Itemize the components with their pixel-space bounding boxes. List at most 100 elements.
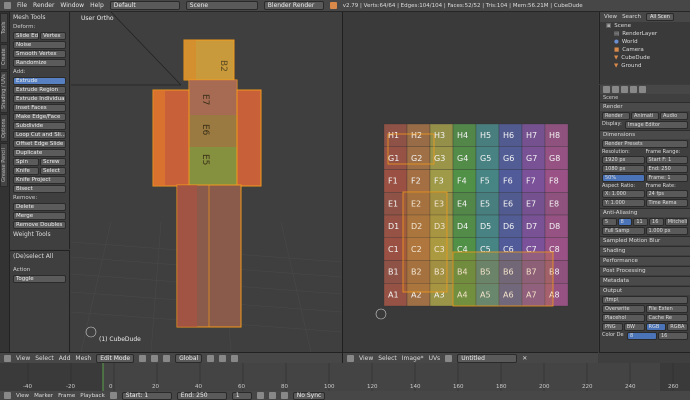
spin-button[interactable]: Spin: [13, 158, 39, 166]
editor-type-icon[interactable]: [4, 392, 11, 399]
screw-button[interactable]: Screw: [40, 158, 66, 166]
operator-title[interactable]: (De)select All: [13, 253, 66, 261]
record-icon[interactable]: [109, 392, 117, 399]
filter-size-field[interactable]: 1.000 px: [645, 227, 688, 235]
remove-doubles-button[interactable]: Remove Doubles: [13, 221, 66, 229]
overwrite-checkbox[interactable]: Overwrite: [602, 305, 645, 313]
output-panel-header[interactable]: Output: [600, 286, 690, 295]
timeline-view-menu[interactable]: View: [16, 393, 29, 399]
color-depth-16-button[interactable]: 16: [658, 332, 688, 340]
metadata-panel-header[interactable]: Metadata: [600, 276, 690, 285]
dimensions-panel-header[interactable]: Dimensions: [600, 130, 690, 139]
render-button[interactable]: Render: [602, 112, 630, 120]
merge-button[interactable]: Merge: [13, 212, 66, 220]
shading-panel-header[interactable]: Shading: [600, 246, 690, 255]
manipulator-icon[interactable]: [163, 354, 171, 362]
uv-island-arm[interactable]: [402, 191, 448, 293]
slide-edge-button[interactable]: Slide Ed: [13, 32, 39, 40]
menu-window[interactable]: Window: [60, 2, 84, 9]
duplicate-button[interactable]: Duplicate: [13, 149, 66, 157]
menu-help[interactable]: Help: [90, 2, 104, 9]
aa-16-button[interactable]: 16: [649, 218, 664, 226]
render-presets-select[interactable]: Render Presets: [602, 140, 688, 148]
scene-select[interactable]: Scene: [185, 1, 258, 10]
loop-cut-button[interactable]: Loop Cut and Sli...: [13, 131, 66, 139]
shading-icon[interactable]: [139, 354, 147, 362]
smooth-vertex-button[interactable]: Smooth Vertex: [13, 50, 66, 58]
image-name-field[interactable]: Untitled: [457, 353, 518, 363]
timeline-frame-menu[interactable]: Frame: [58, 393, 75, 399]
uv-island-legs[interactable]: [452, 251, 554, 307]
render-engine-select[interactable]: Blender Render: [263, 1, 324, 10]
frame-step-field[interactable]: Frame: 1: [645, 174, 688, 182]
timeline-playback-menu[interactable]: Playback: [80, 393, 105, 399]
weight-tools-header[interactable]: Weight Tools: [13, 231, 66, 239]
outliner-item-renderlayers[interactable]: ▤ RenderLayer: [600, 30, 690, 38]
editor-type-icon[interactable]: [4, 354, 11, 362]
uv-cursor-icon[interactable]: [375, 308, 387, 320]
layers-tab-icon[interactable]: [612, 86, 619, 93]
viewport-view-menu[interactable]: View: [16, 355, 30, 362]
3d-viewport[interactable]: B2 E7 E6 E5 User Ortho (1) CubeDude: [71, 12, 342, 352]
sync-mode-select[interactable]: No Sync: [292, 391, 326, 400]
aa-filter-select[interactable]: Mitchell-: [664, 218, 689, 226]
rgba-button[interactable]: RGBA: [667, 323, 688, 331]
start-frame-field[interactable]: Start F: 1: [645, 156, 688, 164]
action-select[interactable]: Toggle: [13, 275, 66, 283]
extrude-button[interactable]: Extrude: [13, 77, 66, 85]
render-tab-icon[interactable]: [603, 86, 610, 93]
resolution-y-field[interactable]: 1080 px: [602, 165, 645, 173]
outliner-item-cubedude[interactable]: ▼ CubeDude: [600, 54, 690, 62]
end-frame-field[interactable]: End: 250: [176, 391, 227, 400]
viewport-mesh-menu[interactable]: Mesh: [75, 355, 91, 362]
end-frame-field[interactable]: End: 250: [645, 165, 688, 173]
aspect-x-field[interactable]: X: 1.000: [602, 190, 645, 198]
file-format-select[interactable]: PNG: [602, 323, 623, 331]
viewport-canvas[interactable]: B2 E7 E6 E5: [71, 12, 342, 352]
performance-panel-header[interactable]: Performance: [600, 256, 690, 265]
scene-tab-icon[interactable]: [621, 86, 628, 93]
menu-render[interactable]: Render: [33, 2, 54, 9]
outliner-item-scene[interactable]: ▣ Scene: [600, 22, 690, 30]
tab-options[interactable]: Options: [0, 114, 8, 142]
color-depth-8-button[interactable]: 8: [627, 332, 657, 340]
knife-project-button[interactable]: Knife Project: [13, 176, 66, 184]
vertex-select-icon[interactable]: [207, 354, 215, 362]
fps-select[interactable]: 24 fps: [645, 190, 688, 198]
subdivide-button[interactable]: Subdivide: [13, 122, 66, 130]
noise-button[interactable]: Noise: [13, 41, 66, 49]
output-path-field[interactable]: /tmp\: [602, 296, 688, 304]
file-extension-checkbox[interactable]: File Exten: [645, 305, 688, 313]
post-processing-panel-header[interactable]: Post Processing: [600, 266, 690, 275]
image-close-icon[interactable]: ✕: [522, 355, 527, 362]
image-browse-icon[interactable]: [445, 354, 453, 362]
layout-select[interactable]: Default: [109, 1, 180, 10]
outliner-view-menu[interactable]: View: [604, 14, 617, 20]
time-remap-field[interactable]: Time Rema: [645, 199, 688, 207]
timeline-canvas[interactable]: -40 -20 0 20 40 60 80 100 120 140 160 180 200 220 240 2…: [0, 363, 690, 391]
cache-result-checkbox[interactable]: Cache Re: [645, 314, 688, 322]
aa-5-button[interactable]: 5: [602, 218, 617, 226]
face-select-icon[interactable]: [231, 354, 239, 362]
outliner-item-camera[interactable]: ■ Camera: [600, 46, 690, 54]
vertex-slide-button[interactable]: Vertex: [40, 32, 66, 40]
uv-select-menu[interactable]: Select: [378, 355, 397, 362]
rgb-button[interactable]: RGB: [645, 323, 667, 331]
uv-canvas[interactable]: H1 H2 H3 H4 H5 H6 H7 H8 G1 G2 G3 G4 G5 G6 G7 G8 F1 F2 F3 F4…: [343, 12, 598, 352]
aa-11-button[interactable]: 11: [633, 218, 649, 226]
jump-end-icon[interactable]: [280, 392, 288, 399]
tab-grease-pencil[interactable]: Grease Pencil: [0, 143, 8, 187]
outliner-display-select[interactable]: All Scen: [645, 13, 674, 21]
mesh-tools-header[interactable]: Mesh Tools: [13, 14, 66, 22]
knife-button[interactable]: Knife: [13, 167, 39, 175]
inset-faces-button[interactable]: Inset Faces: [13, 104, 66, 112]
jump-start-icon[interactable]: [256, 392, 264, 399]
anti-aliasing-panel-header[interactable]: Anti-Aliasing: [600, 208, 690, 217]
aspect-y-field[interactable]: Y: 1.000: [602, 199, 645, 207]
resolution-percent-slider[interactable]: 50%: [602, 174, 645, 182]
tab-create[interactable]: Create: [0, 44, 8, 70]
object-tab-icon[interactable]: [639, 86, 646, 93]
uv-image-editor[interactable]: H1 H2 H3 H4 H5 H6 H7 H8 G1 G2 G3 G4 G5 G6 G7 G8 F1 F2 F3 F4…: [343, 12, 598, 352]
uv-view-menu[interactable]: View: [359, 355, 373, 362]
mode-select[interactable]: Edit Mode: [96, 353, 135, 363]
